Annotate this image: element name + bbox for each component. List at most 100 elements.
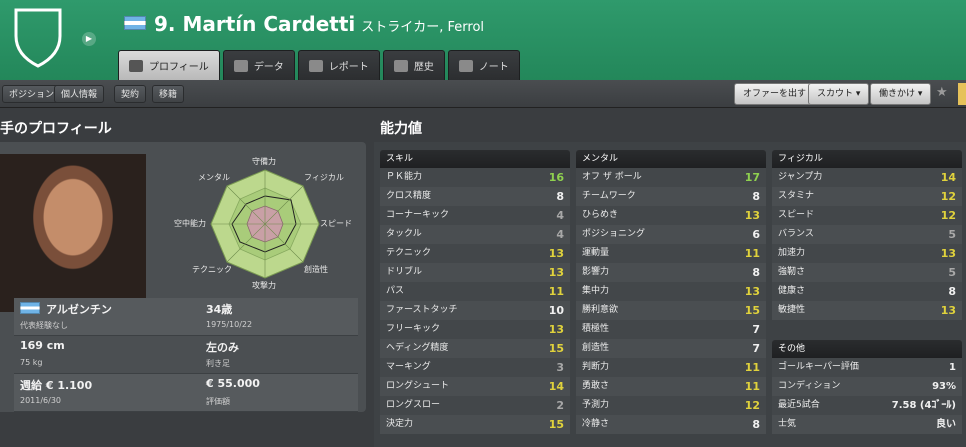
attribute-row: フリーキック 13 bbox=[380, 320, 570, 339]
attribute-label: ヘディング精度 bbox=[386, 343, 449, 353]
profile-section-title: 手のプロフィール bbox=[0, 121, 112, 137]
attribute-value: 12 bbox=[940, 190, 956, 203]
attribute-value: 7 bbox=[752, 342, 760, 355]
attribute-row: 士気 良い bbox=[772, 415, 962, 434]
attribute-row: 冷静さ 8 bbox=[576, 415, 766, 434]
attribute-label: 最近5試合 bbox=[778, 400, 820, 410]
tab-label: ノート bbox=[478, 62, 509, 73]
attribute-row: 運動量 11 bbox=[576, 244, 766, 263]
date-of-birth: 1975/10/22 bbox=[206, 320, 253, 329]
attribute-row: マーキング 3 bbox=[380, 358, 570, 377]
attribute-label: クロス精度 bbox=[386, 191, 432, 201]
attribute-label: ジャンプ力 bbox=[778, 172, 823, 182]
mental-rows: オフ ザ ボール 17 チームワーク 8 ひらめき 13 ポジショニング 6 運動量 11 影響力 8… bbox=[576, 168, 766, 434]
attribute-value: 8 bbox=[752, 266, 760, 279]
physical-header: フィジカル bbox=[772, 150, 962, 168]
height: 169 cm bbox=[20, 339, 65, 352]
attribute-row: 予測力 12 bbox=[576, 396, 766, 415]
sub-toolbar: ポジション 個人情報 契約 移籍 オファーを出す スカウト ▾ 働きかけ ▾ ★ bbox=[0, 80, 966, 108]
attribute-row: タックル 4 bbox=[380, 225, 570, 244]
attribute-value: 11 bbox=[744, 380, 760, 393]
attribute-label: スピード bbox=[778, 210, 815, 220]
tab-notes[interactable]: ノート bbox=[447, 50, 520, 80]
attribute-value: 13 bbox=[548, 323, 564, 336]
tab-profile[interactable]: プロフィール bbox=[118, 50, 220, 80]
attribute-label: ロングシュート bbox=[386, 381, 450, 391]
attribute-row: ポジショニング 6 bbox=[576, 225, 766, 244]
attribute-value: 11 bbox=[744, 361, 760, 374]
attribute-row: ドリブル 13 bbox=[380, 263, 570, 282]
profile-card-icon bbox=[129, 59, 143, 72]
preferred-foot: 左のみ bbox=[206, 341, 239, 354]
tab-label: レポート bbox=[328, 62, 369, 73]
scout-button[interactable]: スカウト ▾ bbox=[808, 83, 870, 105]
attributes-section-title: 能力値 bbox=[380, 121, 422, 137]
attribute-label: 集中力 bbox=[582, 286, 610, 296]
radar-label-speed: スピード bbox=[320, 219, 352, 228]
attribute-label: ゴールキーパー評価 bbox=[778, 362, 859, 372]
attribute-row: 集中力 13 bbox=[576, 282, 766, 301]
weekly-wage: 週給 € 1.100 bbox=[20, 379, 93, 392]
attribute-label: 健康さ bbox=[778, 286, 806, 296]
tab-data[interactable]: データ bbox=[222, 50, 295, 80]
attribute-row: 敏捷性 13 bbox=[772, 301, 962, 320]
attribute-value: 6 bbox=[752, 228, 760, 241]
tab-label: データ bbox=[253, 62, 284, 73]
attribute-value: 11 bbox=[548, 285, 564, 298]
attribute-row: ひらめき 13 bbox=[576, 206, 766, 225]
radar-label-mental: メンタル bbox=[198, 173, 230, 182]
attribute-value: 7.58 (4ｺﾞｰﾙ) bbox=[891, 400, 956, 411]
profile-panel: 守備力 フィジカル スピード 創造性 攻撃力 テクニック 空中能力 メンタル ア… bbox=[0, 142, 366, 412]
personal-info-button[interactable]: 個人情報 bbox=[54, 85, 105, 103]
attribute-label: コンディション bbox=[778, 381, 841, 391]
other-column: その他 ゴールキーパー評価 1 コンディション 93% 最近5試合 7.58 (4ｺﾞｰﾙ… bbox=[772, 340, 962, 434]
tab-history[interactable]: 歴史 bbox=[382, 50, 445, 80]
attribute-row: バランス 5 bbox=[772, 225, 962, 244]
attribute-label: ロングスロー bbox=[386, 400, 441, 410]
attribute-label: フリーキック bbox=[386, 324, 441, 334]
side-panel-icon[interactable] bbox=[958, 83, 966, 105]
attribute-row: ロングスロー 2 bbox=[380, 396, 570, 415]
attribute-label: ひらめき bbox=[582, 210, 619, 220]
star-icon[interactable]: ★ bbox=[936, 85, 948, 100]
attribute-row: 判断力 11 bbox=[576, 358, 766, 377]
attribute-value: 13 bbox=[940, 247, 956, 260]
attribute-value: 5 bbox=[948, 266, 956, 279]
physical-rows: ジャンプ力 14 スタミナ 12 スピード 12 バランス 5 加速力 13 強靭さ 5 健康さ 8 敏捷性… bbox=[772, 168, 962, 320]
forward-arrow-icon[interactable]: ▶ bbox=[82, 32, 96, 46]
attribute-value: 14 bbox=[548, 380, 564, 393]
radar-label-physical: フィジカル bbox=[304, 173, 344, 182]
attribute-label: 勝利意欲 bbox=[582, 305, 619, 315]
player-name: 9. Martín Cardetti bbox=[154, 12, 356, 36]
radar-label-defense: 守備力 bbox=[252, 157, 276, 166]
attribute-value: 15 bbox=[548, 342, 564, 355]
attribute-row: 強靭さ 5 bbox=[772, 263, 962, 282]
attribute-row: オフ ザ ボール 17 bbox=[576, 168, 766, 187]
info-row-body: 169 cm 75 kg 左のみ 利き足 bbox=[14, 336, 358, 374]
attribute-row: 健康さ 8 bbox=[772, 282, 962, 301]
mental-column: メンタル オフ ザ ボール 17 チームワーク 8 ひらめき 13 ポジショニング 6 運動量 1… bbox=[576, 150, 766, 434]
book-icon bbox=[393, 59, 408, 72]
attribute-label: 敏捷性 bbox=[778, 305, 806, 315]
attribute-label: 強靭さ bbox=[778, 267, 806, 277]
attribute-row: 最近5試合 7.58 (4ｺﾞｰﾙ) bbox=[772, 396, 962, 415]
attribute-row: 加速力 13 bbox=[772, 244, 962, 263]
transfer-button[interactable]: 移籍 bbox=[152, 85, 185, 103]
attribute-label: 積極性 bbox=[582, 324, 610, 334]
player-role-club: ストライカー, Ferrol bbox=[361, 20, 485, 35]
attribute-label: 加速力 bbox=[778, 248, 806, 258]
argentina-flag-icon bbox=[124, 16, 146, 30]
attribute-label: 運動量 bbox=[582, 248, 610, 258]
make-offer-button[interactable]: オファーを出す bbox=[734, 83, 816, 105]
market-value: € 55.000 bbox=[206, 377, 260, 390]
radar-label-attack: 攻撃力 bbox=[252, 281, 276, 290]
attribute-label: 影響力 bbox=[582, 267, 610, 277]
approach-button[interactable]: 働きかけ ▾ bbox=[870, 83, 932, 105]
attribute-value: 8 bbox=[752, 418, 760, 431]
radar-label-technique: テクニック bbox=[192, 265, 232, 274]
weight: 75 kg bbox=[20, 358, 43, 367]
position-button[interactable]: ポジション bbox=[2, 85, 62, 103]
contract-button[interactable]: 契約 bbox=[114, 85, 147, 103]
tab-report[interactable]: レポート bbox=[297, 50, 380, 80]
attribute-value: 13 bbox=[548, 247, 564, 260]
